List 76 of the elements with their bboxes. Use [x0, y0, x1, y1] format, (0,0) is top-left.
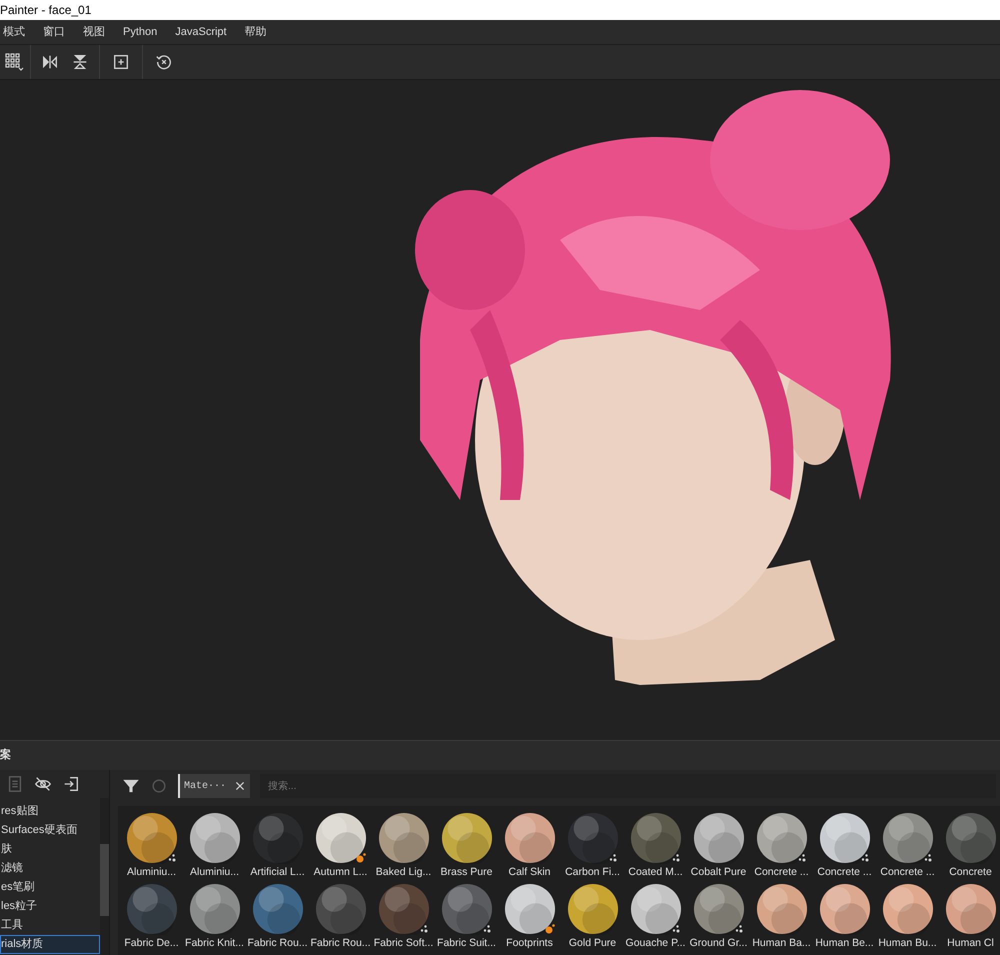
material-name: Human Bu... — [878, 937, 937, 950]
category-item[interactable]: 工具 — [0, 916, 100, 935]
material-sphere[interactable] — [378, 812, 430, 864]
material-name: Cobalt Pure — [690, 866, 746, 879]
material-name: Aluminiu... — [190, 866, 240, 879]
material-name: Gouache P... — [626, 937, 686, 950]
material-sphere[interactable] — [504, 883, 556, 935]
category-item[interactable]: res贴图 — [0, 802, 100, 821]
category-item[interactable]: les粒子 — [0, 897, 100, 916]
menu-item[interactable]: Python — [123, 24, 158, 40]
grid-icon[interactable] — [4, 52, 26, 72]
menu-item[interactable]: JavaScript — [175, 24, 227, 40]
search-field[interactable]: 搜索... — [260, 774, 996, 798]
material-name: Fabric Knit... — [185, 937, 244, 950]
material-name: Aluminiu... — [126, 866, 176, 879]
mirror-horizontal-icon[interactable] — [41, 53, 59, 71]
material-sphere[interactable] — [692, 883, 744, 935]
panel-title: 案 — [0, 747, 11, 764]
menu-item[interactable]: 视图 — [83, 24, 105, 40]
material-name: Human Cl — [947, 937, 994, 950]
material-name: Baked Lig... — [376, 866, 432, 879]
window-title: Painter - face_01 — [0, 2, 92, 19]
menu-item[interactable]: 模式 — [3, 24, 25, 40]
category-item[interactable]: rials材质 — [0, 935, 100, 954]
material-name: Human Ba... — [752, 937, 811, 950]
material-name: Brass Pure — [440, 866, 492, 879]
scrollbar-thumb[interactable] — [100, 844, 109, 916]
material-name: Human Be... — [815, 937, 874, 950]
category-item[interactable]: 肤 — [0, 840, 100, 859]
material-sphere[interactable] — [818, 812, 870, 864]
material-name: Footprints — [506, 937, 553, 950]
filter-icon[interactable] — [122, 777, 140, 795]
material-sphere[interactable] — [882, 812, 934, 864]
add-frame-icon[interactable] — [112, 53, 130, 71]
filter-tag[interactable]: Mate··· — [178, 774, 250, 798]
material-name: Fabric De... — [124, 937, 179, 950]
material-name: Coated M... — [628, 866, 683, 879]
material-name: Artificial L... — [250, 866, 305, 879]
material-sphere[interactable] — [440, 812, 492, 864]
menu-item[interactable]: 帮助 — [244, 24, 267, 40]
material-name: Concrete ... — [754, 866, 809, 879]
filter-tag-label: Mate··· — [184, 780, 226, 794]
material-sphere[interactable] — [944, 883, 996, 935]
material-sphere[interactable] — [692, 812, 744, 864]
material-name: Calf Skin — [508, 866, 550, 879]
category-item[interactable]: es笔刷 — [0, 878, 100, 897]
material-name: Concrete — [949, 866, 992, 879]
material-sphere[interactable] — [756, 883, 808, 935]
material-name: Fabric Soft... — [374, 937, 434, 950]
material-name: Fabric Rou... — [310, 937, 371, 950]
material-sphere[interactable] — [756, 812, 808, 864]
material-sphere[interactable] — [566, 883, 618, 935]
material-sphere[interactable] — [126, 812, 178, 864]
material-name: Concrete ... — [880, 866, 935, 879]
eye-off-icon[interactable] — [34, 775, 52, 793]
material-sphere[interactable] — [818, 883, 870, 935]
category-item[interactable]: 滤镜 — [0, 859, 100, 878]
material-sphere[interactable] — [314, 812, 366, 864]
material-sphere[interactable] — [188, 812, 240, 864]
material-name: Fabric Rou... — [247, 937, 308, 950]
material-sphere[interactable] — [882, 883, 934, 935]
material-name: Concrete ... — [817, 866, 872, 879]
material-name: Ground Gr... — [690, 937, 748, 950]
material-name: Carbon Fi... — [565, 866, 620, 879]
material-name: Autumn L... — [314, 866, 368, 879]
export-icon[interactable] — [62, 775, 80, 793]
material-sphere[interactable] — [630, 883, 682, 935]
menu-item[interactable]: 窗口 — [43, 24, 65, 40]
material-name: Fabric Suit... — [437, 937, 496, 950]
reset-camera-icon[interactable] — [155, 53, 173, 71]
material-sphere[interactable] — [504, 812, 556, 864]
material-name: Gold Pure — [568, 937, 616, 950]
material-sphere[interactable] — [188, 883, 240, 935]
category-item[interactable]: Surfaces硬表面 — [0, 821, 100, 840]
close-icon[interactable] — [234, 780, 246, 792]
mirror-vertical-icon[interactable] — [71, 53, 89, 71]
